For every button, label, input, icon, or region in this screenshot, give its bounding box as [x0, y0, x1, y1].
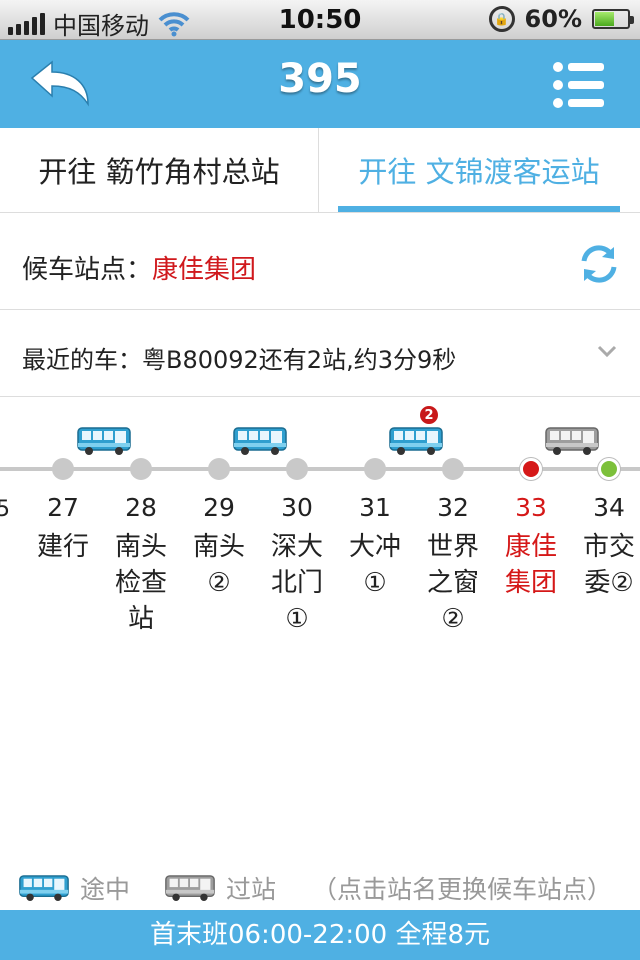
route-stop[interactable]: 28 南头检查站 [106, 397, 176, 867]
bus-passing-icon [165, 875, 215, 902]
bus-count-badge: 2 [419, 405, 439, 425]
stop-dot [520, 458, 542, 480]
nav-bar: 395 [0, 40, 640, 128]
battery-percent: 60% [524, 5, 582, 33]
waiting-station-label: 候车站点： [22, 255, 153, 285]
tab-direction-1[interactable]: 开往 簕竹角村总站 [0, 128, 319, 212]
rotation-lock-icon: 🔒 [488, 6, 515, 32]
tab-direction-2[interactable]: 开往 文锦渡客运站 [320, 128, 638, 212]
stop-number: 28 [125, 493, 157, 522]
battery-icon [592, 9, 634, 29]
stop-number: 31 [359, 493, 391, 522]
bus-enroute-icon [389, 427, 443, 456]
stop-name[interactable]: 世界之窗② [418, 529, 488, 637]
stop-name[interactable]: 南头检查站 [106, 529, 176, 637]
status-bar: 中国移动 10:50 🔒 60% [0, 0, 640, 40]
legend: 途中 过站 （点击站名更换候车站点） [0, 866, 640, 908]
waiting-station-row: 候车站点：康佳集团 [0, 213, 640, 310]
route-stop[interactable]: 32 世界之窗② [418, 397, 488, 867]
stop-name[interactable]: 深大北门① [262, 529, 332, 637]
legend-enroute-label: 途中 [80, 875, 131, 904]
route-stop[interactable]: 33 康佳集团 [496, 397, 566, 867]
stop-number: 33 [515, 493, 547, 522]
waiting-station: 候车站点：康佳集团 [22, 249, 256, 286]
stop-number: 32 [437, 493, 469, 522]
stop-dot [130, 458, 152, 480]
nearest-bus-text: 最近的车：粤B80092还有2站,约3分9秒 [22, 346, 457, 374]
stop-name[interactable]: 建行 [28, 529, 98, 565]
stop-number: 30 [281, 493, 313, 522]
route-stop[interactable]: 31 大冲① [340, 397, 410, 867]
stop-dot [286, 458, 308, 480]
legend-hint: （点击站名更换候车站点） [312, 875, 613, 904]
legend-enroute: 途中 [18, 870, 130, 906]
nearest-bus-row[interactable]: 最近的车：粤B80092还有2站,约3分9秒 [0, 310, 640, 397]
bus-enroute-icon [233, 427, 287, 456]
waiting-station-value: 康佳集团 [152, 255, 257, 285]
route-stop[interactable]: 27 建行 [28, 397, 98, 867]
refresh-icon[interactable] [578, 243, 620, 285]
stop-dot [598, 458, 620, 480]
previous-stop-edge: 5 [0, 497, 10, 522]
route-diagram: 5 27 建行 28 南头检查站 29 南头② 30 深大北门① 31 大冲① 32 世界之窗② 33 康… [0, 397, 640, 867]
route-stop[interactable]: 34 市交委② [574, 397, 640, 867]
stop-dot [52, 458, 74, 480]
tab-selected-indicator [338, 206, 620, 212]
route-stop[interactable]: 29 南头② [184, 397, 254, 867]
stop-name[interactable]: 康佳集团 [496, 529, 566, 601]
page-title: 395 [278, 56, 362, 102]
stop-dot [208, 458, 230, 480]
stop-name[interactable]: 南头② [184, 529, 254, 601]
schedule-footer: 首末班06:00-22:00 全程8元 [0, 910, 640, 960]
direction-tabs: 开往 簕竹角村总站 开往 文锦渡客运站 [0, 128, 640, 213]
stop-number: 34 [593, 493, 625, 522]
battery-fill [595, 12, 615, 26]
legend-passing: 过站 [164, 870, 276, 906]
status-right: 🔒 60% [488, 5, 634, 33]
stop-name[interactable]: 市交委② [574, 529, 640, 601]
chevron-down-icon[interactable] [596, 340, 618, 362]
route-stop[interactable]: 30 深大北门① [262, 397, 332, 867]
bus-at-stop-icon [545, 427, 599, 456]
stop-number: 27 [47, 493, 79, 522]
legend-passing-label: 过站 [226, 875, 277, 904]
bus-enroute-icon [77, 427, 131, 456]
stop-number: 29 [203, 493, 235, 522]
stop-name[interactable]: 大冲① [340, 529, 410, 601]
stop-dot [364, 458, 386, 480]
stop-dot [442, 458, 464, 480]
bus-enroute-icon [19, 875, 69, 902]
menu-list-icon[interactable] [552, 60, 606, 110]
